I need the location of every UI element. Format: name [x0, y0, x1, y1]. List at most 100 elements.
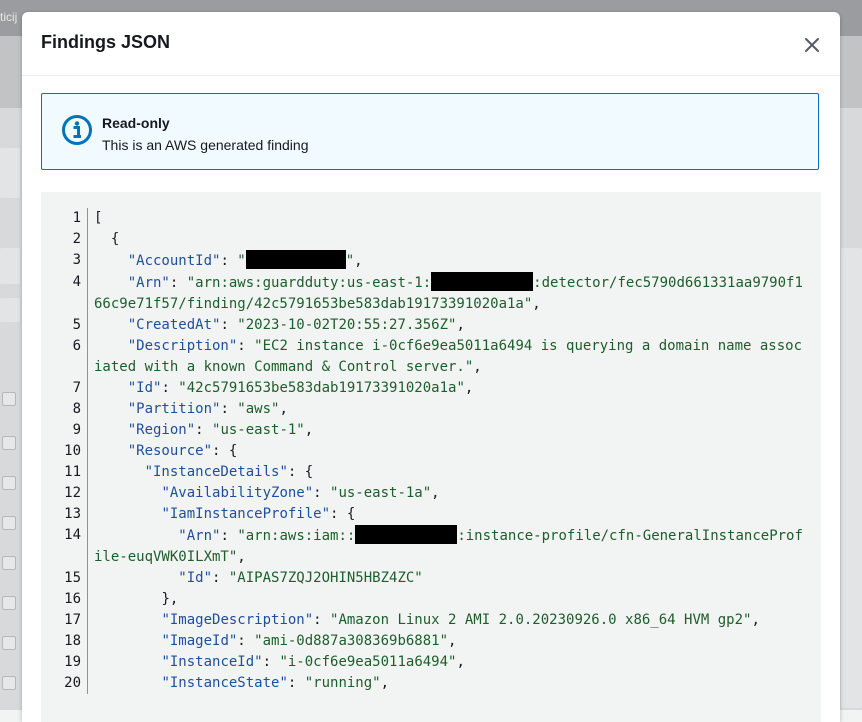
- json-punctuation: [94, 338, 128, 354]
- json-punctuation: [94, 401, 128, 417]
- code-text: },: [94, 589, 821, 610]
- json-string: "Amazon Linux 2 AMI 2.0.20230926.0 x86_6…: [330, 612, 752, 628]
- line-number: 13: [64, 506, 81, 522]
- line-number: 12: [64, 485, 81, 501]
- line-gutter: [81, 378, 94, 399]
- json-punctuation: [94, 443, 128, 459]
- json-punctuation: [94, 422, 128, 438]
- json-key: "Partition": [127, 401, 221, 417]
- code-line: 19 "InstanceId": "i-0cf6e9ea5011a6494",: [41, 652, 821, 673]
- line-number: 10: [64, 443, 81, 459]
- code-text: "CreatedAt": "2023-10-02T20:55:27.356Z",: [94, 315, 821, 336]
- json-punctuation: :: [169, 275, 187, 291]
- background-checkbox: [2, 636, 16, 650]
- code-lines: 1[2 {3 "AccountId": " ", 4 "Arn": "arn:aws…: [41, 208, 821, 694]
- line-gutter: [81, 399, 94, 420]
- json-punctuation: [94, 570, 178, 586]
- background-checkbox: [2, 596, 16, 610]
- json-key: "AccountId": [127, 253, 221, 269]
- json-key: "Description": [127, 338, 238, 354]
- json-punctuation: :: [237, 338, 255, 354]
- json-key: "CreatedAt": [127, 317, 221, 333]
- json-punctuation: :: [313, 612, 331, 628]
- json-punctuation: : {: [330, 506, 356, 522]
- line-number: 1: [72, 210, 81, 226]
- json-punctuation: [94, 675, 161, 691]
- code-text: "Id": "42c5791653be583dab19173391020a1a"…: [94, 378, 821, 399]
- code-line: 13 "IamInstanceProfile": {: [41, 504, 821, 525]
- json-punctuation: [94, 506, 161, 522]
- line-gutter: [81, 315, 94, 336]
- json-punctuation: [94, 612, 161, 628]
- line-number: 17: [64, 612, 81, 628]
- json-code-viewer[interactable]: 1[2 {3 "AccountId": " ", 4 "Arn": "arn:aws…: [41, 192, 821, 722]
- line-gutter: [81, 272, 94, 315]
- code-text: "AccountId": " ",: [94, 250, 821, 272]
- json-key: "InstanceId": [161, 654, 263, 670]
- json-key: "ImageDescription": [161, 612, 314, 628]
- code-line: 12 "AvailabilityZone": "us-east-1a",: [41, 483, 821, 504]
- json-punctuation: [94, 275, 128, 291]
- json-punctuation: ,: [279, 401, 288, 417]
- line-number: 2: [72, 231, 81, 247]
- json-punctuation: [94, 317, 128, 333]
- json-string: "aws": [237, 401, 280, 417]
- code-text: "AvailabilityZone": "us-east-1a",: [94, 483, 821, 504]
- json-punctuation: ,: [380, 675, 390, 691]
- json-punctuation: :: [287, 675, 305, 691]
- code-text: "Partition": "aws",: [94, 399, 821, 420]
- code-text: "Arn": "arn:aws:iam:::instance-profile/c…: [94, 525, 821, 568]
- json-string: "arn:aws:guardduty:us-east-1:: [186, 275, 432, 291]
- line-gutter: [81, 525, 94, 568]
- json-punctuation: : {: [212, 443, 238, 459]
- json-punctuation: ,: [456, 317, 465, 333]
- line-number: 20: [64, 675, 81, 691]
- json-punctuation: [94, 528, 178, 544]
- json-punctuation: [94, 485, 161, 501]
- code-text: "ImageDescription": "Amazon Linux 2 AMI …: [94, 610, 821, 631]
- code-line: 16 },: [41, 589, 821, 610]
- json-string: ": [237, 253, 246, 269]
- json-punctuation: :: [212, 570, 229, 586]
- code-line: 15 "Id": "AIPAS7ZQJ2OHIN5HBZ4ZC": [41, 568, 821, 589]
- json-punctuation: ,: [532, 296, 541, 312]
- line-number: 3: [72, 252, 81, 268]
- json-key: "Arn": [127, 275, 170, 291]
- json-string: "ami-0d887a308369b6881": [254, 633, 449, 649]
- json-punctuation: :: [313, 485, 331, 501]
- json-punctuation: :: [195, 422, 213, 438]
- json-string: "us-east-1": [212, 422, 305, 438]
- background-checkbox: [2, 516, 16, 530]
- background-tab-fragment: ticij: [0, 10, 18, 24]
- line-gutter: [81, 631, 94, 652]
- line-gutter: [81, 652, 94, 673]
- json-key: "Arn": [178, 528, 221, 544]
- background-panel: [0, 148, 20, 198]
- code-text: "InstanceDetails": {: [94, 462, 821, 483]
- json-key: "ImageId": [161, 633, 238, 649]
- code-line: 1[: [41, 208, 821, 229]
- alert-text: This is an AWS generated finding: [102, 137, 309, 153]
- code-text: "InstanceState": "running",: [94, 673, 821, 694]
- json-key: "Resource": [127, 443, 213, 459]
- json-punctuation: ,: [431, 485, 440, 501]
- json-string: "i-0cf6e9ea5011a6494": [279, 654, 457, 670]
- code-line: 6 "Description": "EC2 instance i-0cf6e9e…: [41, 336, 821, 378]
- code-line: 3 "AccountId": " ",: [41, 250, 821, 272]
- code-line: 14 "Arn": "arn:aws:iam:::instance-profil…: [41, 525, 821, 568]
- code-line: 5 "CreatedAt": "2023-10-02T20:55:27.356Z…: [41, 315, 821, 336]
- close-button[interactable]: [798, 31, 826, 59]
- modal-title: Findings JSON: [41, 32, 171, 52]
- code-text: "Arn": "arn:aws:guardduty:us-east-1::det…: [94, 272, 821, 315]
- background-panel: [0, 298, 20, 322]
- json-punctuation: :: [161, 380, 179, 396]
- redacted-block: [431, 272, 534, 291]
- code-text: "InstanceId": "i-0cf6e9ea5011a6494",: [94, 652, 821, 673]
- json-punctuation: [94, 380, 128, 396]
- json-punctuation: :: [262, 654, 280, 670]
- line-gutter: [81, 673, 94, 694]
- json-punctuation: ,: [354, 253, 363, 269]
- json-punctuation: : {: [287, 464, 314, 480]
- line-number: 18: [64, 633, 81, 649]
- code-line: 2 {: [41, 229, 821, 250]
